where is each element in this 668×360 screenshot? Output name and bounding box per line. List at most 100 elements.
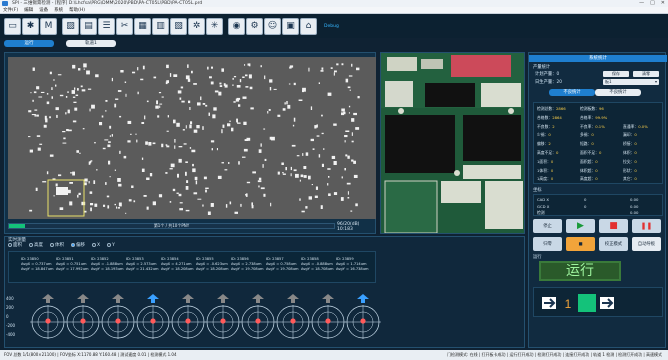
- save-button[interactable]: 保存: [603, 71, 629, 77]
- maximize-button[interactable]: □: [650, 0, 655, 7]
- tab-defect-stats[interactable]: 不良统计: [549, 89, 595, 96]
- measurement-line: AvgY = 16.738um: [336, 267, 369, 271]
- film-icon[interactable]: ▧: [170, 17, 187, 35]
- stat-value: 2: [548, 141, 551, 147]
- stat-value: 0: [634, 176, 637, 182]
- offset-gauge: [30, 294, 66, 339]
- radio-2[interactable]: 体积: [50, 242, 64, 248]
- menu-edit[interactable]: 编辑: [24, 7, 33, 13]
- camera-icon[interactable]: ◉: [228, 17, 245, 35]
- stat-label: 1体积：: [537, 167, 551, 173]
- radio-4[interactable]: X: [92, 243, 100, 248]
- stat-cell: 桥接：0: [623, 141, 637, 147]
- radio-0[interactable]: 面积: [8, 242, 22, 248]
- tab-track1[interactable]: 轨道1: [66, 40, 116, 47]
- offset-gauge: [345, 294, 381, 339]
- radio-1[interactable]: 高度: [29, 242, 43, 248]
- chart-icon[interactable]: ▥: [152, 17, 169, 35]
- measure-mode-radios: 面积 高度 体积 偏移 X Y: [8, 242, 115, 248]
- grid-icon[interactable]: ▦: [134, 17, 151, 35]
- fan2-icon[interactable]: ✳: [206, 17, 223, 35]
- minimize-button[interactable]: —: [639, 0, 644, 7]
- radio-5[interactable]: Y: [107, 243, 115, 248]
- axis-label: 400: [6, 296, 14, 301]
- offset-gauge: [135, 294, 171, 339]
- coords-title: 坐标: [533, 188, 542, 193]
- stop-button[interactable]: 停止: [533, 219, 562, 233]
- chevron-down-icon: ▾: [654, 79, 657, 84]
- stat-label: 高度不足：: [537, 150, 556, 155]
- calibration-mode-button[interactable]: 校正模式: [599, 237, 628, 251]
- measurement-line: AvgY = 18.208um: [196, 267, 229, 271]
- tab-row: 运行 轨道1: [0, 38, 668, 49]
- layers-icon[interactable]: ▤: [80, 17, 97, 35]
- stat-label: 其它：: [623, 176, 635, 182]
- menu-device[interactable]: 设备: [39, 7, 48, 13]
- home-icon[interactable]: ⌂: [300, 17, 317, 35]
- debug-mode-label: Debug: [324, 23, 339, 29]
- coord-cell: CAD X: [537, 197, 549, 202]
- stat-label: 形状：: [623, 167, 635, 173]
- list-icon[interactable]: ☰: [98, 17, 115, 35]
- menu-system[interactable]: 系统: [54, 7, 63, 13]
- tab-defect-stats-2[interactable]: 不良统计: [595, 89, 641, 96]
- offset-gauge: [170, 294, 206, 339]
- stat-value: 0: [598, 150, 602, 155]
- control-panel: 系统统计 产量统计 计划产量：0 保存 清零 日生产量：20 板1 ▾ 不良统计 …: [528, 52, 667, 348]
- stat-value: 0: [550, 158, 554, 164]
- progress-row: 第1个 / 共10个PNY 96/20(dB) 10:183: [8, 221, 376, 232]
- measurement-line: AvgY = 19.708um: [231, 267, 264, 271]
- play-button[interactable]: ▶: [566, 219, 595, 233]
- manual-icon[interactable]: M: [40, 17, 57, 35]
- radio-dot-icon: [92, 243, 96, 247]
- stat-cell: 拉尖：0: [623, 159, 637, 165]
- home-button[interactable]: 归零: [533, 237, 562, 251]
- radio-3[interactable]: 偏移: [71, 242, 85, 248]
- settings-icon[interactable]: ✱: [22, 17, 39, 35]
- warning-button[interactable]: ■: [566, 237, 595, 251]
- measurement-line: AvgY = 18.208um: [161, 267, 194, 271]
- measurement-column: ID: 23856 AvgX = 2.738um AvgY = 19.708um: [231, 257, 267, 272]
- measurement-values: ID: 23850 AvgX = 0.737um AvgY = 18.847um ID…: [8, 251, 376, 283]
- stat-cell: 多锡：0: [580, 132, 594, 138]
- image-icon[interactable]: ▨: [62, 17, 79, 35]
- measurement-column: ID: 23853 AvgX = 2.573um AvgY = 21.432um: [126, 257, 162, 272]
- pause-button[interactable]: ❚❚: [632, 219, 661, 233]
- user-icon[interactable]: ☺: [264, 17, 281, 35]
- menu-file[interactable]: 文件(F): [3, 7, 18, 13]
- pause-icon: ❚❚: [640, 222, 653, 230]
- open-file-icon[interactable]: ▭: [4, 17, 21, 35]
- stat-cell: 漏印：0: [623, 132, 637, 138]
- stat-cell: 1高度：0: [537, 176, 553, 182]
- tab-run[interactable]: 运行: [4, 40, 54, 47]
- tools-icon[interactable]: ✂: [116, 17, 133, 35]
- stat-label: 体积超：: [580, 167, 596, 173]
- stat-cell: 体积：0: [623, 150, 637, 156]
- radio-dot-icon: [50, 243, 54, 247]
- coordinate-readout: CAD X 0 0.00 GCD X 0 0.00 检测 0.00: [533, 194, 663, 216]
- target-icon: [135, 294, 171, 339]
- measurement-column: ID: 23857 AvgX = 0.758um AvgY = 19.708um: [266, 257, 302, 272]
- coord-cell: 0: [584, 197, 587, 202]
- fan-icon[interactable]: ✲: [188, 17, 205, 35]
- stat-cell: 检测总数：2866: [537, 106, 566, 112]
- target-icon: [65, 294, 101, 339]
- stat-label: 面积不足：: [580, 150, 599, 155]
- clear-button[interactable]: 清零: [633, 71, 659, 77]
- offset-gauge: [310, 294, 346, 339]
- status-left: FOV 总数 1/1(800×21100) | FOV坐标 X:1170.88 …: [4, 352, 177, 357]
- close-button[interactable]: ✕: [661, 0, 665, 7]
- measurement-column: ID: 23851 AvgX = 0.751um AvgY = 17.992um: [56, 257, 92, 272]
- target-icon: [100, 294, 136, 339]
- auto-board-button[interactable]: 自动导板: [632, 237, 661, 251]
- measurement-column: ID: 23852 AvgX = -1.888um AvgY = 18.193um: [91, 257, 127, 272]
- menu-help[interactable]: 帮助(H): [69, 7, 85, 13]
- gear-icon[interactable]: ⚙: [246, 17, 263, 35]
- record-button[interactable]: ■: [599, 219, 628, 233]
- app-icon: [2, 1, 8, 6]
- stop-button-label: 停止: [543, 224, 552, 229]
- screen-icon[interactable]: ▣: [282, 17, 299, 35]
- board-select[interactable]: 板1 ▾: [603, 79, 659, 85]
- pcb-overview[interactable]: [8, 57, 376, 219]
- stat-value: 0: [634, 167, 637, 173]
